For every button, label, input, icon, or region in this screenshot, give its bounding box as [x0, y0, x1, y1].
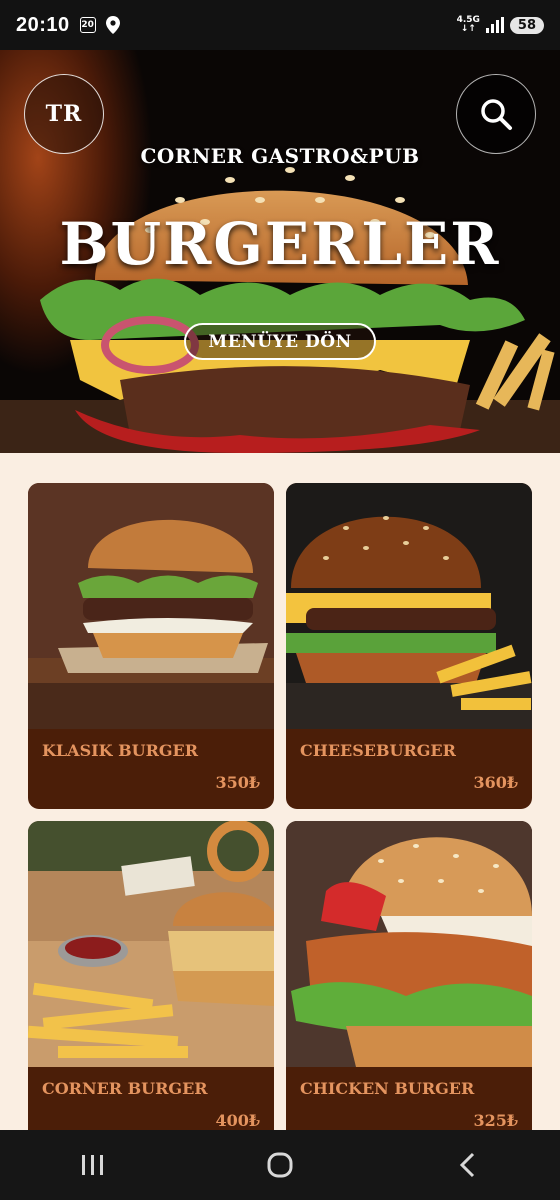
product-card[interactable]: CHICKEN BURGER 325₺: [286, 821, 532, 1147]
product-price: 350₺: [215, 773, 260, 792]
hero-banner: TR CORNER GASTRO&PUB BURGERLER MENÜYE DÖ…: [0, 50, 560, 453]
home-button[interactable]: [240, 1140, 320, 1190]
product-card[interactable]: CORNER BURGER 400₺: [28, 821, 274, 1147]
product-price: 360₺: [473, 773, 518, 792]
product-image: [28, 821, 274, 1067]
language-switch-button[interactable]: TR: [24, 74, 104, 154]
search-icon: [481, 99, 512, 130]
page-title: BURGERLER: [59, 210, 501, 278]
notification-badge-icon: 20: [79, 17, 96, 33]
product-image: [286, 821, 532, 1067]
product-image: [286, 483, 532, 729]
restaurant-name: CORNER GASTRO&PUB: [140, 144, 420, 168]
product-name: CHEESEBURGER: [300, 741, 456, 760]
status-right: 4.5G ↓↑ 58: [457, 16, 544, 34]
product-image: [28, 483, 274, 729]
back-icon: [459, 1152, 474, 1178]
status-time: 20:10: [16, 13, 70, 36]
search-button[interactable]: [456, 74, 536, 154]
product-price: 325₺: [473, 1111, 518, 1130]
product-name: CHICKEN BURGER: [300, 1079, 475, 1098]
product-price: 400₺: [215, 1111, 260, 1130]
network-label: 4.5G: [456, 15, 480, 25]
product-name: KLASIK BURGER: [42, 741, 199, 760]
back-button[interactable]: [427, 1140, 507, 1190]
battery-indicator: 58: [509, 16, 544, 34]
product-name: CORNER BURGER: [42, 1079, 208, 1098]
status-left: 20:10 20: [16, 14, 120, 37]
recent-apps-icon: [82, 1155, 104, 1175]
home-icon: [267, 1152, 293, 1178]
system-navigation-bar: [0, 1130, 560, 1200]
product-card[interactable]: KLASIK BURGER 350₺: [28, 483, 274, 809]
signal-icon: [485, 17, 504, 33]
location-icon: [105, 16, 120, 34]
recent-apps-button[interactable]: [53, 1140, 133, 1190]
back-to-menu-button[interactable]: MENÜYE DÖN: [184, 323, 376, 360]
network-type: 4.5G ↓↑: [456, 15, 480, 34]
product-card[interactable]: CHEESEBURGER 360₺: [286, 483, 532, 809]
status-bar: 20:10 20 4.5G ↓↑ 58: [0, 0, 560, 50]
